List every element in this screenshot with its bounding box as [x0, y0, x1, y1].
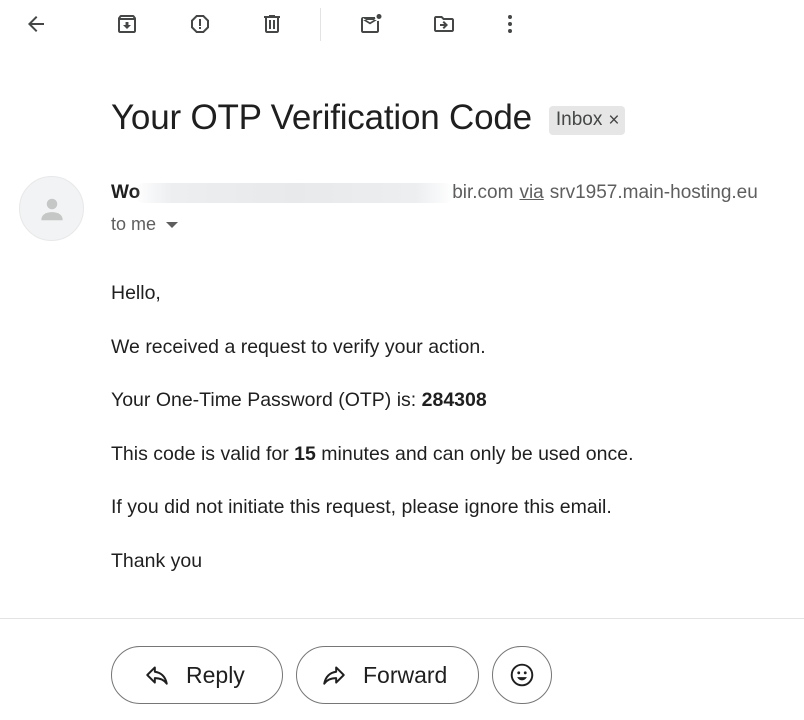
- archive-button[interactable]: [107, 4, 147, 44]
- forward-icon: [323, 666, 345, 685]
- reply-label: Reply: [186, 661, 245, 688]
- recipient-text: to me: [111, 214, 157, 234]
- body-line-4: If you did not initiate this request, pl…: [111, 496, 612, 518]
- content-divider: [0, 618, 804, 619]
- toolbar-separator: [320, 8, 321, 41]
- report-spam-icon: [191, 15, 209, 33]
- body-line-1: We received a request to verify your act…: [111, 335, 486, 358]
- email-body: Hello, We received a request to verify y…: [111, 280, 634, 601]
- move-to-icon: [434, 16, 454, 32]
- via-link[interactable]: via: [519, 182, 543, 204]
- otp-code: 284308: [421, 389, 487, 411]
- mark-unread-icon: [361, 14, 382, 33]
- redacted-sender-details: [134, 183, 455, 203]
- move-to-button[interactable]: [424, 4, 464, 44]
- greeting: Hello,: [111, 282, 161, 304]
- remove-label-icon[interactable]: ×: [608, 111, 619, 130]
- otp-prefix-text: Your One-Time Password (OTP) is:: [111, 389, 422, 411]
- signoff: Thank you: [111, 549, 203, 572]
- validity-prefix: This code is valid for: [111, 442, 295, 465]
- sender-line: Wo bir.com via srv1957.main-hosting.eu: [111, 180, 758, 206]
- archive-icon: [118, 15, 136, 33]
- sender-avatar[interactable]: [19, 176, 84, 241]
- label-text: Inbox: [555, 109, 603, 130]
- inbox-label-chip[interactable]: Inbox ×: [548, 105, 626, 135]
- recipient-details-toggle[interactable]: to me: [111, 214, 179, 235]
- more-icon: [508, 15, 512, 33]
- report-spam-button[interactable]: [180, 4, 220, 44]
- reply-button[interactable]: Reply: [111, 646, 283, 704]
- body-line-otp: Your One-Time Password (OTP) is: 284308: [111, 387, 634, 441]
- more-options-button[interactable]: [490, 4, 530, 44]
- chevron-down-icon: [166, 221, 179, 228]
- validity-minutes: 15: [294, 442, 316, 465]
- forward-button[interactable]: Forward: [296, 646, 479, 704]
- message-toolbar: [0, 0, 804, 50]
- sender-address: bir.com: [452, 182, 514, 203]
- mark-unread-button[interactable]: [351, 4, 391, 44]
- smiley-icon: [510, 663, 534, 687]
- reply-icon: [146, 666, 168, 685]
- email-subject: Your OTP Verification Code: [111, 98, 532, 137]
- validity-suffix: minutes and can only be used once.: [315, 442, 634, 465]
- relay-host: srv1957.main-hosting.eu: [549, 182, 758, 203]
- subject-row: Your OTP Verification Code Inbox ×: [111, 98, 626, 138]
- delete-icon: [264, 15, 280, 33]
- person-icon: [40, 198, 63, 220]
- body-line-validity: This code is valid for 15 minutes and ca…: [111, 441, 634, 495]
- emoji-reaction-button[interactable]: [492, 646, 552, 704]
- back-button[interactable]: [16, 4, 56, 44]
- forward-label: Forward: [363, 661, 448, 688]
- back-icon: [28, 16, 44, 32]
- delete-button[interactable]: [252, 4, 292, 44]
